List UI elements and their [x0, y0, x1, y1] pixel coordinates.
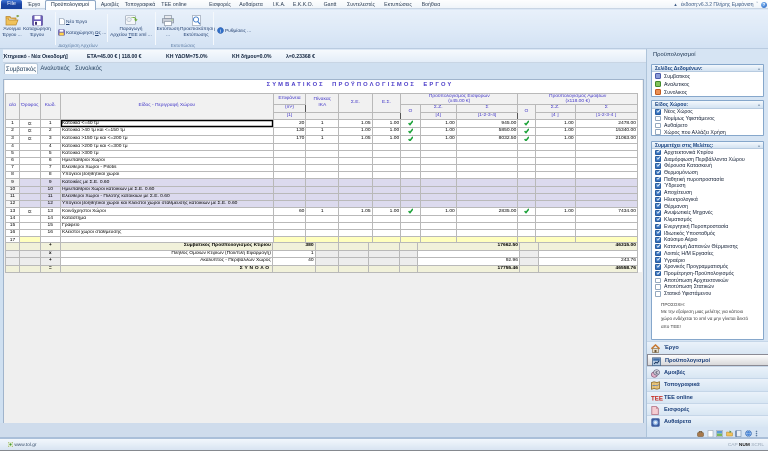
- svg-text:TEE: TEE: [651, 395, 663, 402]
